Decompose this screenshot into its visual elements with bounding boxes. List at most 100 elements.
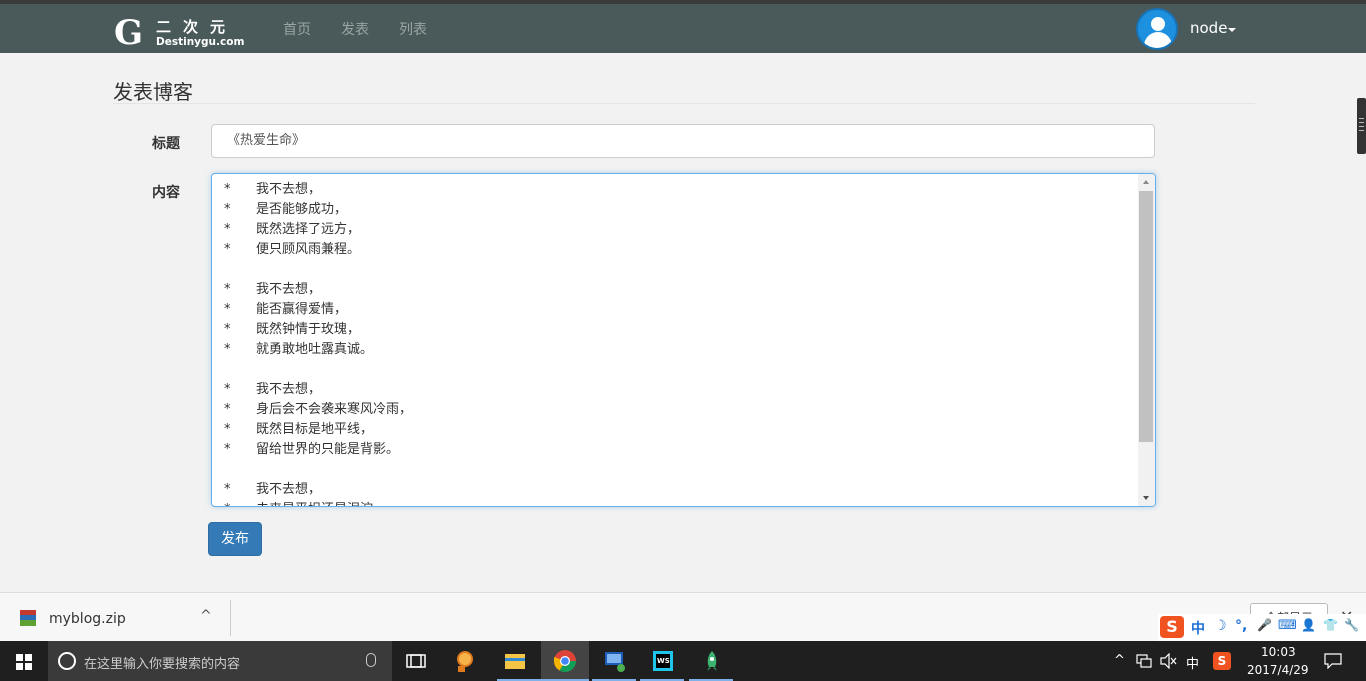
line-text: 既然钟情于玫瑰， xyxy=(256,322,361,337)
avatar-head xyxy=(1151,17,1165,31)
network-icon[interactable] xyxy=(1136,653,1152,669)
nav-link-publish[interactable]: 发表 xyxy=(341,19,369,39)
cortana-icon[interactable] xyxy=(58,652,76,670)
content-line: *未来是平坦还是泥泞， xyxy=(224,500,1134,506)
skin-icon[interactable]: 👕 xyxy=(1323,618,1338,632)
moon-icon[interactable]: ☽ xyxy=(1214,618,1227,634)
ime-chinese-mode[interactable]: 中 xyxy=(1191,618,1205,638)
page-scroll-handle[interactable] xyxy=(1357,98,1366,154)
nav-link-home[interactable]: 首页 xyxy=(283,19,311,39)
line-text: 便只顾风雨兼程。 xyxy=(256,242,361,257)
keyboard-icon[interactable]: ⌨ xyxy=(1278,618,1297,633)
line-text: 就勇敢地吐露真诚。 xyxy=(256,342,374,357)
notifications-icon[interactable] xyxy=(1324,653,1342,669)
content-line: * 能否赢得爱情， xyxy=(224,300,1134,320)
line-text: 未来是平坦还是泥泞， xyxy=(256,502,386,506)
chevron-up-icon[interactable]: ^ xyxy=(200,608,212,624)
title-label: 标题 xyxy=(152,136,180,152)
windows-start-icon[interactable] xyxy=(16,654,32,670)
download-file-name[interactable]: myblog.zip xyxy=(49,611,126,627)
user-icon[interactable]: 👤 xyxy=(1301,618,1316,632)
bullet-star: * xyxy=(224,382,231,397)
chevron-up-icon[interactable]: ^ xyxy=(1114,653,1125,668)
content-line xyxy=(224,460,1134,480)
remote-desktop-icon[interactable] xyxy=(602,648,628,674)
user-menu[interactable]: node xyxy=(1190,19,1227,37)
content-line: * 留给世界的只能是背影。 xyxy=(224,440,1134,460)
scroll-down-arrow-icon[interactable] xyxy=(1143,496,1149,500)
microphone-icon[interactable] xyxy=(366,653,376,667)
sogou-tray-icon[interactable]: S xyxy=(1213,652,1231,670)
nav-link-list[interactable]: 列表 xyxy=(399,19,427,39)
content-line: * 既然钟情于玫瑰， xyxy=(224,320,1134,340)
punctuation-icon[interactable]: °, xyxy=(1235,618,1247,634)
textarea-scrollbar[interactable] xyxy=(1138,174,1155,506)
avatar-shoulder xyxy=(1144,32,1172,48)
scrollbar-thumb[interactable] xyxy=(1139,191,1153,442)
content-textarea[interactable]: * 我不去想， * 是否能够成功， * 既然选择了远方， * 便只顾风雨兼程。 * 我不去想， * 能… xyxy=(211,173,1156,507)
bullet-star: * xyxy=(224,222,231,237)
clock-time[interactable]: 10:03 xyxy=(1261,645,1296,659)
webstorm-icon[interactable]: WS xyxy=(650,648,676,674)
line-text: 身后会不会袭来寒风冷雨， xyxy=(256,402,413,417)
content-line: * 我不去想， xyxy=(224,180,1134,200)
bullet-star: * xyxy=(224,302,231,317)
bullet-star: * xyxy=(224,482,231,497)
content-line: * 身后会不会袭来寒风冷雨， xyxy=(224,400,1134,420)
content-line: * 我不去想， xyxy=(224,380,1134,400)
title-input[interactable]: 《热爱生命》 xyxy=(211,124,1155,158)
download-divider xyxy=(230,600,231,636)
bullet-star: * xyxy=(224,402,231,417)
user-avatar[interactable] xyxy=(1136,8,1178,50)
line-text: 既然目标是地平线， xyxy=(256,422,374,437)
publish-button[interactable]: 发布 xyxy=(208,522,262,556)
content-line: * 便只顾风雨兼程。 xyxy=(224,240,1134,260)
content-line: * 我不去想， xyxy=(224,480,1134,500)
content-lines: * 我不去想， * 是否能够成功， * 既然选择了远方， * 便只顾风雨兼程。 * 我不去想， * 能… xyxy=(224,180,1134,506)
sogou-ime-icon[interactable]: S xyxy=(1160,616,1184,638)
file-explorer-icon[interactable] xyxy=(502,648,528,674)
content-line: * 我不去想， xyxy=(224,280,1134,300)
bullet-star: * xyxy=(224,500,256,506)
content-line: * 既然目标是地平线， xyxy=(224,420,1134,440)
line-text: 是否能够成功， xyxy=(256,202,348,217)
site-logo[interactable]: G 二次元 Destinygu.com xyxy=(114,16,254,50)
content-line xyxy=(224,360,1134,380)
svg-text:WS: WS xyxy=(657,657,670,665)
taskbar-search[interactable]: 在这里输入你要搜索的内容 xyxy=(48,641,392,681)
bullet-star: * xyxy=(224,282,231,297)
caret-down-icon[interactable] xyxy=(1228,28,1236,32)
clock-date[interactable]: 2017/4/29 xyxy=(1247,663,1309,677)
scroll-up-arrow-icon[interactable] xyxy=(1143,180,1149,184)
logo-domain: Destinygu.com xyxy=(156,36,245,48)
chrome-icon[interactable] xyxy=(552,648,578,674)
wrench-icon[interactable]: 🔧 xyxy=(1344,618,1359,632)
logo-mark: G xyxy=(114,13,144,53)
bullet-star: * xyxy=(224,342,231,357)
paint-icon[interactable] xyxy=(452,648,478,674)
content-line: * 就勇敢地吐露真诚。 xyxy=(224,340,1134,360)
line-text: 我不去想， xyxy=(256,482,322,497)
search-placeholder: 在这里输入你要搜索的内容 xyxy=(84,657,241,672)
line-text: 留给世界的只能是背影。 xyxy=(256,442,400,457)
content-line xyxy=(224,260,1134,280)
bullet-star: * xyxy=(224,442,231,457)
bullet-star: * xyxy=(224,202,231,217)
launcher-rocket-icon[interactable] xyxy=(699,648,725,674)
ime-toolbar: S 中 ☽ °, 🎤 ⌨ 👤 👕 🔧 xyxy=(1158,614,1366,641)
input-language-indicator[interactable]: 中 xyxy=(1186,653,1199,672)
line-text: 我不去想， xyxy=(256,182,322,197)
bullet-star: * xyxy=(224,242,231,257)
line-text: 我不去想， xyxy=(256,382,322,397)
line-text: 我不去想， xyxy=(256,282,322,297)
line-text: 既然选择了远方， xyxy=(256,222,361,237)
line-text: 能否赢得爱情， xyxy=(256,302,348,317)
content-line: * 既然选择了远方， xyxy=(224,220,1134,240)
microphone-icon[interactable]: 🎤 xyxy=(1257,618,1272,632)
volume-muted-icon[interactable] xyxy=(1160,653,1178,669)
bullet-star: * xyxy=(224,422,231,437)
task-view-icon[interactable] xyxy=(403,648,429,674)
navbar: G 二次元 Destinygu.com 首页 发表 列表 node xyxy=(0,4,1366,53)
taskbar: 在这里输入你要搜索的内容 WS ^ 中 S 10:03 2017/4/29 xyxy=(0,641,1366,681)
bullet-star: * xyxy=(224,182,231,197)
